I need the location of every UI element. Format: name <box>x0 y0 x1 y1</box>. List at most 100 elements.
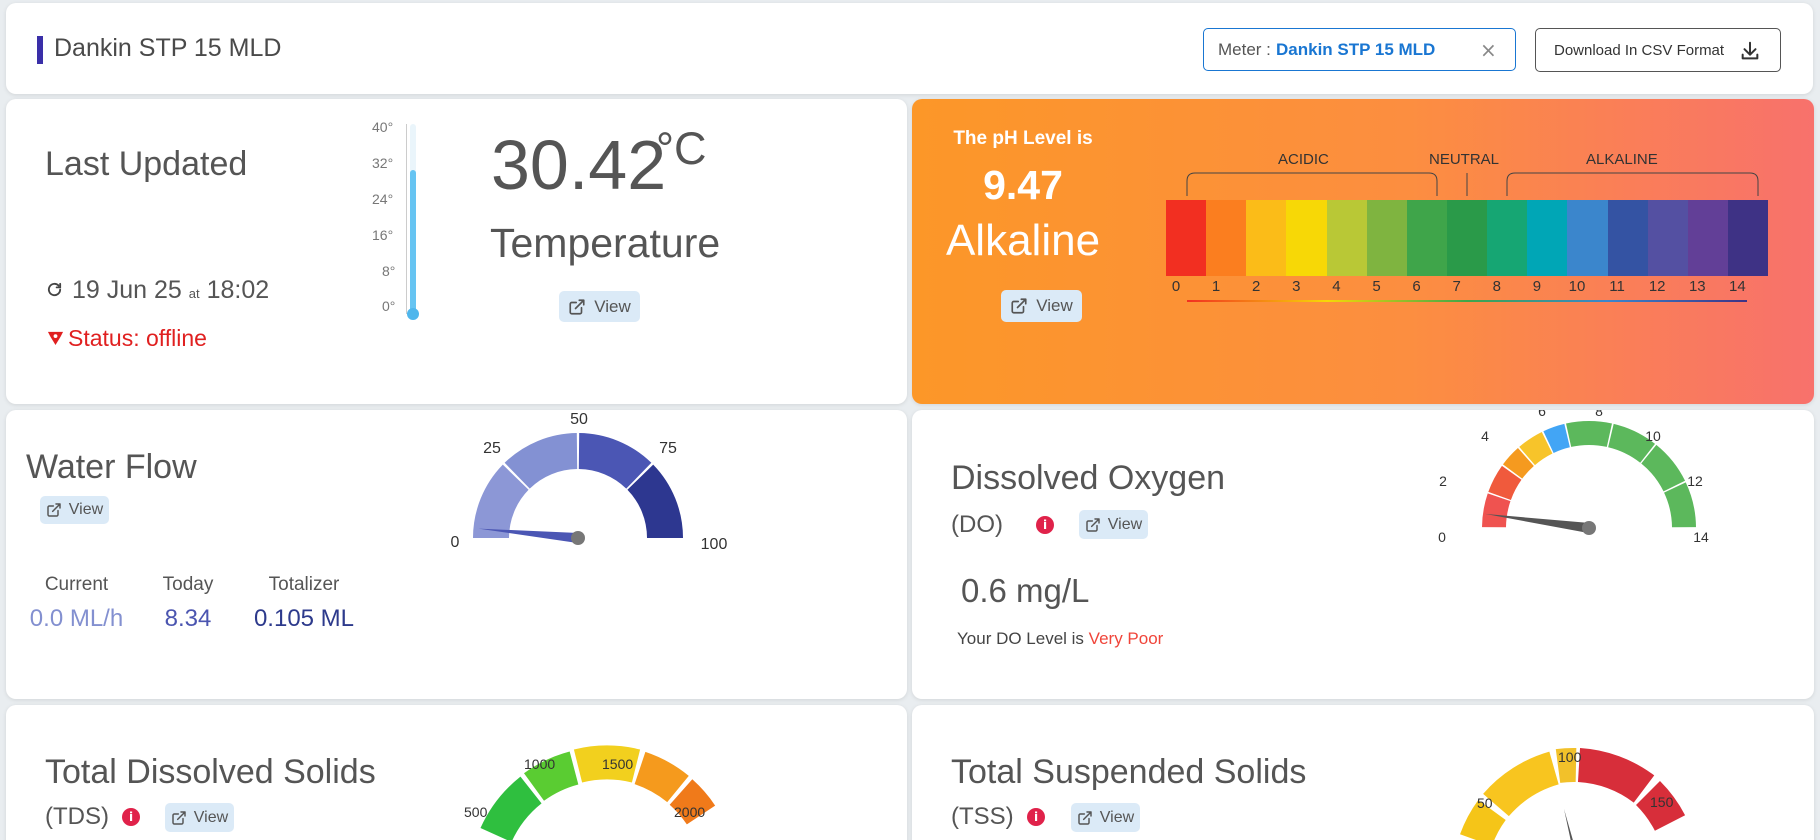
do-gauge-tick: 12 <box>1687 473 1703 489</box>
flow-gauge-segment <box>626 464 684 539</box>
ph-color-scale <box>1166 200 1769 276</box>
flow-gauge-tick: 0 <box>451 534 460 551</box>
ph-scale-number: 0 <box>1171 278 1181 295</box>
open-external-icon <box>172 810 186 825</box>
temperature-value: 30.42 <box>491 125 666 205</box>
do-gauge-tick: 2 <box>1439 473 1447 489</box>
tds-view-button[interactable]: View <box>165 803 234 832</box>
view-label: View <box>1107 515 1143 533</box>
last-updated-title: Last Updated <box>45 145 248 183</box>
header-bar: Dankin STP 15 MLD Meter : Dankin STP 15 … <box>6 3 1813 94</box>
tss-info-icon[interactable]: i <box>1027 808 1045 826</box>
ph-view-button[interactable]: View <box>1001 290 1082 322</box>
do-gauge: 0 2 4 6 8 10 12 14 <box>1438 410 1709 545</box>
tds-title: Total Dissolved Solids <box>45 753 376 791</box>
ph-scale-number: 2 <box>1252 278 1261 295</box>
meter-value: Dankin STP 15 MLD <box>1276 40 1436 59</box>
open-external-icon <box>569 298 585 315</box>
flow-gauge-segment <box>578 433 652 490</box>
meter-select[interactable]: Meter : Dankin STP 15 MLD × <box>1203 28 1516 71</box>
ph-scale-block <box>1286 200 1327 276</box>
open-external-icon <box>47 503 61 517</box>
page-title: Dankin STP 15 MLD <box>54 34 282 62</box>
tds-gauge: 500 1000 1500 2000 <box>464 745 716 840</box>
do-view-button[interactable]: View <box>1079 510 1148 539</box>
tds-tick-1000: 1000 <box>524 756 555 772</box>
ph-scale-number: 4 <box>1332 278 1341 295</box>
do-gauge-tick: 8 <box>1595 410 1603 419</box>
tss-card: Total Suspended Solids (TSS) i View 50 1… <box>912 705 1814 840</box>
ph-scale-block <box>1727 200 1769 276</box>
status-text: Status: offline <box>68 325 207 351</box>
tss-view-button[interactable]: View <box>1071 803 1140 832</box>
open-external-icon <box>1078 810 1092 825</box>
ph-scale-number: 12 <box>1648 278 1666 295</box>
tds-tick-1500: 1500 <box>602 756 633 772</box>
open-external-icon <box>1011 298 1027 314</box>
do-gauge-segment <box>1502 448 1535 479</box>
view-label: View <box>193 808 229 826</box>
ph-scale-number: 5 <box>1372 278 1381 295</box>
tds-tick-500: 500 <box>464 804 488 820</box>
ph-scale-block <box>1567 200 1608 276</box>
ph-scale-number: 3 <box>1292 278 1301 295</box>
view-label: View <box>1036 296 1073 315</box>
do-gauge-segment <box>1640 444 1686 492</box>
tss-abbr: (TSS) <box>951 803 1014 830</box>
water-flow-gauge: 0 25 50 75 100 <box>451 411 728 553</box>
tds-info-icon[interactable]: i <box>122 808 140 826</box>
do-gauge-tick: 4 <box>1481 428 1489 444</box>
thermo-tick-8: 8° <box>382 263 396 279</box>
ph-scale-number: 10 <box>1568 278 1586 295</box>
do-info-icon[interactable]: i <box>1036 516 1054 534</box>
dissolved-oxygen-card: Dissolved Oxygen (DO) i View 0.6 mg/L Yo… <box>912 410 1814 699</box>
do-level-text: Your DO Level is Very Poor <box>957 629 1163 649</box>
water-flow-title: Water Flow <box>26 448 197 486</box>
update-at: at <box>188 286 200 301</box>
ph-gradient-line <box>1187 300 1747 302</box>
view-label: View <box>68 501 104 518</box>
tss-tick-50: 50 <box>1477 795 1493 811</box>
ph-scale-number: 1 <box>1211 278 1221 295</box>
ph-scale-numbers: 0 1 2 3 4 5 6 7 8 9 10 11 12 13 14 <box>1166 278 1768 298</box>
ph-category: Alkaline <box>945 216 1101 265</box>
temperature-number: 30.42 <box>491 126 667 204</box>
ph-scale-block <box>1527 200 1568 276</box>
water-flow-view-button[interactable]: View <box>40 496 109 524</box>
flow-gauge-tick: 25 <box>483 440 501 457</box>
thermo-axis <box>406 124 407 314</box>
download-csv-button[interactable]: Download In CSV Format <box>1535 28 1781 72</box>
ph-scale-block <box>1406 200 1447 276</box>
ph-scale-block <box>1647 200 1688 276</box>
do-reading: 0.6 mg/L <box>961 572 1090 609</box>
view-label: View <box>594 296 631 316</box>
ph-card: The pH Level is 9.47 Alkaline View ACIDI… <box>912 99 1814 404</box>
ph-scale-number: 13 <box>1688 278 1706 295</box>
ph-brackets <box>1186 172 1759 196</box>
do-gauge-hub <box>1582 521 1596 535</box>
thermo-tick-24: 24° <box>372 191 394 207</box>
ph-scale-block <box>1687 200 1728 276</box>
flow-gauge-tick: 50 <box>570 411 588 428</box>
flow-stat-totalizer-value: 0.105 ML <box>253 605 355 632</box>
flow-stat-current-value: 0.0 ML/h <box>29 605 124 632</box>
ph-scale-block <box>1246 200 1287 276</box>
temperature-view-button[interactable]: View <box>559 291 640 322</box>
meter-label: Meter : <box>1218 40 1271 59</box>
do-gauge-tick: 14 <box>1693 529 1709 545</box>
last-updated-date: 19 Jun 25 at 18:02 <box>72 276 269 305</box>
do-gauge-tick: 0 <box>1438 529 1446 545</box>
flow-stat-totalizer-label: Totalizer <box>268 574 340 595</box>
thermo-tick-32: 32° <box>372 155 394 171</box>
ph-scale-number: 6 <box>1412 278 1421 295</box>
do-gauge-tick: 10 <box>1645 428 1661 444</box>
ph-scale-number: 7 <box>1452 278 1461 295</box>
refresh-icon <box>47 282 62 297</box>
do-gauge-segment <box>1482 493 1511 528</box>
ph-scale-block <box>1366 200 1407 276</box>
ph-scale-number: 8 <box>1492 278 1501 295</box>
do-gauge-tick: 6 <box>1538 410 1546 419</box>
tss-title: Total Suspended Solids <box>951 753 1307 791</box>
clear-icon[interactable]: × <box>1480 38 1497 62</box>
do-abbr: (DO) <box>951 511 1003 538</box>
